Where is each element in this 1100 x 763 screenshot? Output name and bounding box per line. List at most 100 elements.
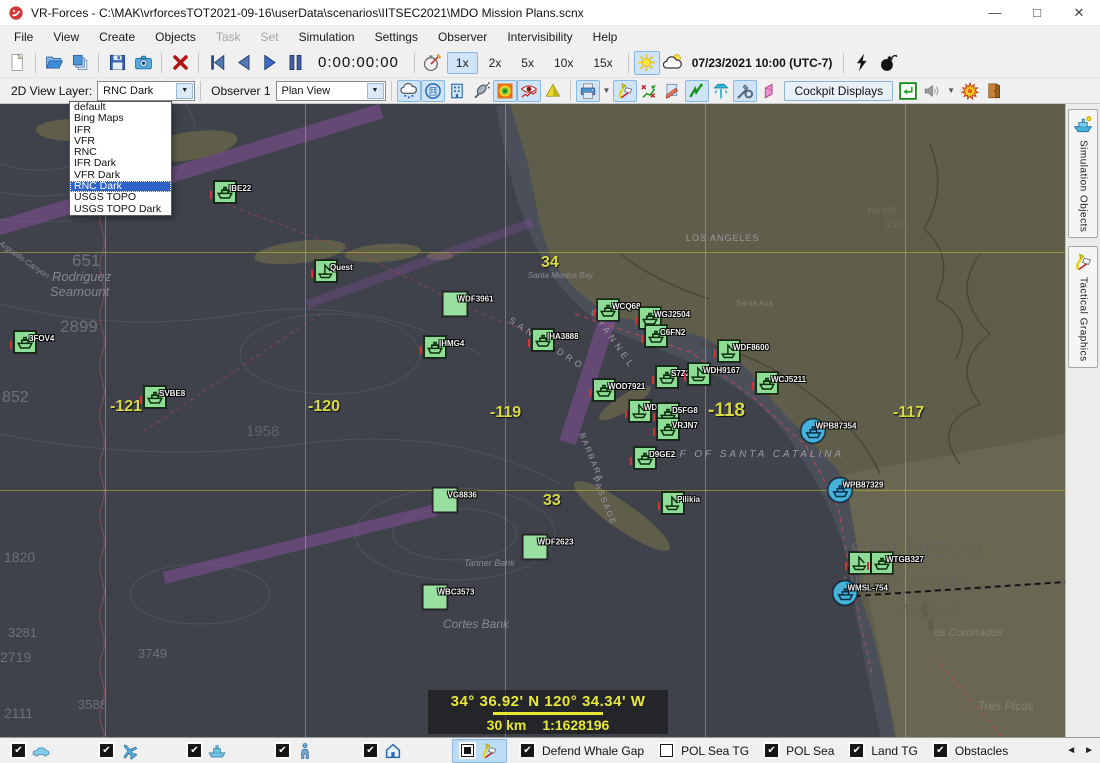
menu-file[interactable]: File bbox=[4, 28, 43, 46]
menu-help[interactable]: Help bbox=[583, 28, 628, 46]
environment-clouds-button[interactable] bbox=[660, 51, 686, 75]
exit-door-button[interactable] bbox=[982, 80, 1006, 102]
layer-option-usgs-topo-dark[interactable]: USGS TOPO Dark bbox=[70, 204, 171, 215]
detonation-button[interactable] bbox=[875, 51, 901, 75]
open-scenario-button[interactable] bbox=[41, 51, 67, 75]
observer-combo-arrow-icon[interactable]: ▼ bbox=[367, 83, 384, 99]
map-unit-iha3888[interactable]: IHA3888 bbox=[543, 340, 565, 362]
terrain-marker-button[interactable] bbox=[541, 80, 565, 102]
map-unit-3fov4[interactable]: 3FOV4 bbox=[25, 342, 47, 364]
rewind-to-start-button[interactable] bbox=[204, 51, 230, 75]
map-unit-svbe8[interactable]: SVBE8 bbox=[155, 397, 177, 419]
map-unit-pilikia[interactable]: Pilikia bbox=[673, 503, 695, 525]
map-unit-c6fn2[interactable]: C6FN2 bbox=[656, 336, 678, 358]
delete-button[interactable] bbox=[167, 51, 193, 75]
map-unit-d9ge2[interactable]: D9GE2 bbox=[645, 458, 667, 480]
close-button[interactable]: ✕ bbox=[1058, 0, 1100, 25]
map-unit-vrjn7[interactable]: VRJN7 bbox=[668, 429, 690, 451]
map-unit-wbc3573[interactable]: WBC3573 bbox=[435, 597, 460, 622]
prism-marker-button[interactable] bbox=[757, 80, 781, 102]
tactical-graphics-tool-button[interactable] bbox=[613, 80, 637, 102]
speed-5x[interactable]: 5x bbox=[512, 52, 543, 74]
map-unit-ihmg4[interactable]: IHMG4 bbox=[435, 347, 457, 369]
cockpit-displays-button[interactable]: Cockpit Displays bbox=[784, 81, 893, 101]
pol-sea-tg-checkbox[interactable] bbox=[660, 744, 673, 757]
new-scenario-button[interactable] bbox=[4, 51, 30, 75]
sensor-coverage-button[interactable] bbox=[469, 80, 493, 102]
pol-sea-checkbox[interactable]: ✔ bbox=[765, 744, 778, 757]
print-map-button[interactable] bbox=[576, 80, 600, 102]
land-tg-checkbox[interactable]: ✔ bbox=[850, 744, 863, 757]
audio-volume-button[interactable] bbox=[920, 80, 944, 102]
map-unit-wod7921[interactable]: WOD7921 bbox=[604, 390, 626, 412]
layer-option-bing-maps[interactable]: Bing Maps bbox=[70, 113, 171, 124]
map-unit-wtgb327[interactable]: WTGB327 bbox=[882, 563, 904, 585]
plan-editor-button[interactable] bbox=[661, 80, 685, 102]
observer-view-combo[interactable]: Plan View▼ bbox=[276, 81, 386, 101]
menu-set[interactable]: Set bbox=[251, 28, 289, 46]
minimize-button[interactable]: — bbox=[974, 0, 1016, 25]
audio-volume-dropdown-arrow-icon[interactable]: ▼ bbox=[944, 86, 958, 95]
urban-area-circle-button[interactable] bbox=[421, 80, 445, 102]
map-unit-wpb87354[interactable]: WPB87354 bbox=[813, 431, 838, 456]
print-map-dropdown-arrow-icon[interactable]: ▼ bbox=[600, 86, 614, 95]
menu-intervisibility[interactable]: Intervisibility bbox=[497, 28, 582, 46]
layer-combo-arrow-icon[interactable]: ▼ bbox=[176, 83, 193, 99]
map-unit-wcj5211[interactable]: WCJ5211 bbox=[767, 383, 789, 405]
menu-create[interactable]: Create bbox=[89, 28, 145, 46]
simulation-clock-button[interactable] bbox=[420, 51, 446, 75]
show-buildings-checkbox[interactable]: ✔ bbox=[364, 744, 377, 757]
return-view-button[interactable] bbox=[896, 80, 920, 102]
sidebar-tab-tactical-graphics[interactable]: Tactical Graphics bbox=[1068, 246, 1098, 368]
route-editor-button[interactable] bbox=[637, 80, 661, 102]
show-ships-checkbox[interactable]: ✔ bbox=[188, 744, 201, 757]
map-unit-wcq68[interactable]: WCQ68 bbox=[608, 310, 630, 332]
pause-button[interactable] bbox=[282, 51, 308, 75]
map-unit-wmsl-754[interactable]: WMSL-754 bbox=[845, 593, 870, 618]
menu-objects[interactable]: Objects bbox=[145, 28, 206, 46]
show-ground-vehicles-checkbox[interactable]: ✔ bbox=[12, 744, 25, 757]
play-button[interactable] bbox=[256, 51, 282, 75]
menu-task[interactable]: Task bbox=[206, 28, 251, 46]
speed-15x[interactable]: 15x bbox=[584, 52, 621, 74]
lightning-effects-button[interactable] bbox=[849, 51, 875, 75]
heatmap-overlay-button[interactable] bbox=[493, 80, 517, 102]
map-unit-wdf2623[interactable]: WDF2623 bbox=[535, 547, 560, 572]
scroll-right-icon[interactable]: ► bbox=[1084, 745, 1094, 756]
comms-antenna-button[interactable] bbox=[709, 80, 733, 102]
map-unit-wpb87329[interactable]: WPB87329 bbox=[840, 490, 865, 515]
obstacles-checkbox[interactable]: ✔ bbox=[934, 744, 947, 757]
explosion-effects-button[interactable] bbox=[958, 80, 982, 102]
sidebar-tab-simulation-objects[interactable]: Simulation Objects bbox=[1068, 109, 1098, 238]
speed-2x[interactable]: 2x bbox=[480, 52, 511, 74]
save-scenario-button[interactable] bbox=[104, 51, 130, 75]
speed-10x[interactable]: 10x bbox=[545, 52, 582, 74]
show-aircraft-checkbox[interactable]: ✔ bbox=[100, 744, 113, 757]
menu-simulation[interactable]: Simulation bbox=[289, 28, 365, 46]
intervisibility-display-button[interactable] bbox=[517, 80, 541, 102]
map-unit-vg8836[interactable]: VG8836 bbox=[445, 500, 470, 525]
defend-whale-gap-checkbox[interactable]: ✔ bbox=[521, 744, 534, 757]
map-unit-quest[interactable]: Quest bbox=[326, 271, 348, 293]
map-unit-wdh9167[interactable]: WDH9167 bbox=[699, 374, 721, 396]
snapshot-button[interactable] bbox=[130, 51, 156, 75]
map-unit-wdf3961[interactable]: WDF3961 bbox=[455, 304, 480, 329]
buildings-overlay-button[interactable] bbox=[445, 80, 469, 102]
show-tactical-graphics-checkbox[interactable] bbox=[461, 744, 474, 757]
show-lifeforms-checkbox[interactable]: ✔ bbox=[276, 744, 289, 757]
map-unit-ibe22[interactable]: IBE22 bbox=[225, 192, 247, 214]
step-back-button[interactable] bbox=[230, 51, 256, 75]
speed-1x[interactable]: 1x bbox=[447, 52, 478, 74]
menu-settings[interactable]: Settings bbox=[365, 28, 428, 46]
weather-overlay-button[interactable] bbox=[397, 80, 421, 102]
scroll-left-icon[interactable]: ◄ bbox=[1066, 745, 1076, 756]
layer-combo[interactable]: RNC Dark▼ bbox=[97, 81, 195, 101]
environment-sun-button[interactable] bbox=[634, 51, 660, 75]
maximize-button[interactable]: □ bbox=[1016, 0, 1058, 25]
layer-option-usgs-topo[interactable]: USGS TOPO bbox=[70, 192, 171, 203]
open-recent-button[interactable] bbox=[67, 51, 93, 75]
menu-observer[interactable]: Observer bbox=[428, 28, 497, 46]
menu-view[interactable]: View bbox=[43, 28, 89, 46]
lightning-overlay-button[interactable] bbox=[685, 80, 709, 102]
simulation-tools-button[interactable] bbox=[733, 80, 757, 102]
